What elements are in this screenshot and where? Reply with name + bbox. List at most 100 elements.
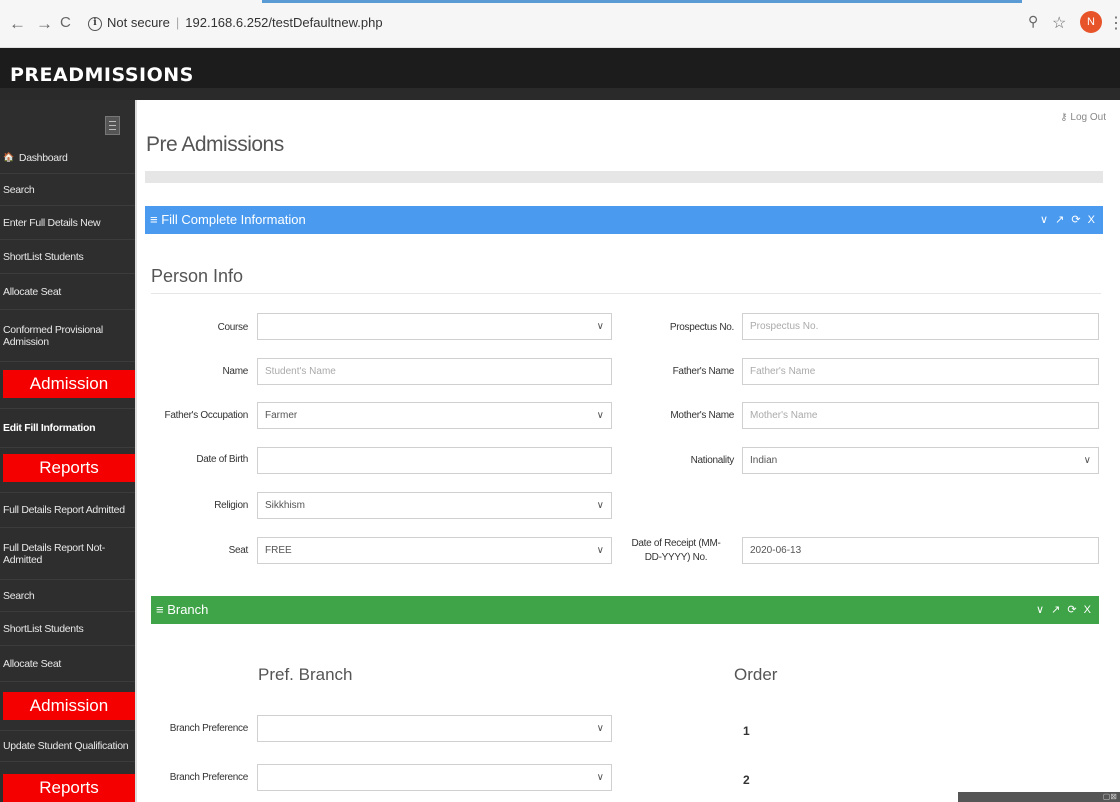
main-content: ⚷ Log Out Pre Admissions ≡ Fill Complete…	[137, 100, 1120, 802]
prospectus-input[interactable]: Prospectus No.	[742, 313, 1099, 340]
sidebar-item-label: Dashboard	[18, 151, 68, 164]
receipt-label: Date of Receipt (MM-DD-YYYY) No.	[631, 538, 721, 563]
page-load-progress	[262, 0, 1022, 3]
sidebar-item-dashboard[interactable]: 🏠 Dashboard	[0, 142, 135, 174]
fathers-occupation-select[interactable]: Farmer ∨	[257, 402, 612, 429]
chevron-down-icon: ∨	[596, 545, 604, 556]
url-separator: |	[175, 15, 180, 30]
list-icon: ≡	[156, 602, 168, 617]
dob-label: Date of Birth	[196, 454, 248, 465]
list-icon: ≡	[150, 212, 162, 227]
key-icon: ⚷	[1060, 112, 1071, 123]
branch-pref-select[interactable]: ∨	[257, 764, 612, 791]
chevron-down-icon: ∨	[1083, 455, 1091, 466]
url-text[interactable]: 192.168.6.252/testDefaultnew.php	[185, 15, 382, 30]
sidebar-item-report-not-admitted[interactable]: Full Details Report Not-Admitted	[0, 528, 135, 580]
mothers-name-input[interactable]: Mother's Name	[742, 402, 1099, 429]
sidebar-item-report-admitted[interactable]: Full Details Report Admitted	[0, 492, 135, 528]
nationality-label: Nationality	[690, 455, 735, 466]
back-button[interactable]: ←	[9, 14, 26, 34]
branch-pref-label: Branch Preference	[169, 772, 249, 783]
mothers-name-label: Mother's Name	[670, 410, 734, 421]
sidebar-item-edit-fill-info[interactable]: Edit Fill Information	[0, 408, 135, 448]
sidebar-item-allocate-seat[interactable]: Allocate Seat	[0, 274, 135, 310]
religion-select[interactable]: Sikkhism ∨	[257, 492, 612, 519]
logout-link[interactable]: ⚷ Log Out	[1060, 112, 1106, 123]
chevron-down-icon: ∨	[596, 723, 604, 734]
sidebar-item-search-2[interactable]: Search	[0, 580, 135, 612]
reload-button[interactable]: C	[60, 14, 71, 31]
panel-header-fill-info: ≡ Fill Complete Information ∨ ↗ ⟳ X	[145, 206, 1103, 234]
security-label: Not secure	[107, 15, 170, 30]
menu-icon[interactable]: ⋮	[1108, 13, 1120, 33]
avatar[interactable]: N	[1080, 11, 1102, 33]
home-icon: 🏠	[3, 152, 14, 162]
course-label: Course	[217, 322, 249, 333]
bookmark-star-icon[interactable]: ☆	[1052, 13, 1066, 33]
sidebar-item-update-qualification[interactable]: Update Student Qualification	[0, 730, 135, 762]
address-bar[interactable]: i Not secure | 192.168.6.252/testDefaultnew…	[88, 12, 383, 34]
branch-pref-label: Branch Preference	[169, 723, 249, 734]
sidebar-item-label: Allocate Seat	[3, 657, 61, 670]
receipt-input[interactable]: 2020-06-13	[742, 537, 1099, 564]
sidebar-section-reports-2[interactable]: Reports	[3, 774, 135, 802]
info-icon[interactable]: i	[88, 16, 102, 31]
divider	[151, 293, 1101, 294]
zoom-icon[interactable]: ⚲	[1028, 13, 1038, 30]
sidebar-item-shortlist-2[interactable]: ShortList Students	[0, 612, 135, 646]
page-title: Pre Admissions	[146, 133, 284, 156]
sidebar-item-allocate-seat-2[interactable]: Allocate Seat	[0, 646, 135, 682]
minimized-window-tab[interactable]: ▢⊠	[958, 792, 1120, 802]
sidebar-item-search[interactable]: Search	[0, 174, 135, 206]
panel-tools[interactable]: ∨ ↗ ⟳ X	[1036, 596, 1093, 624]
religion-label: Religion	[214, 500, 248, 511]
fathers-name-input[interactable]: Father's Name	[742, 358, 1099, 385]
seat-select[interactable]: FREE ∨	[257, 537, 612, 564]
fathers-occupation-value: Farmer	[265, 410, 298, 421]
chevron-down-icon: ∨	[596, 410, 604, 421]
sidebar-item-label: Search	[3, 589, 35, 602]
sidebar-item-label: Full Details Report Not-Admitted	[3, 541, 105, 566]
sidebar-item-label: Update Student Qualification	[3, 740, 129, 752]
sidebar-item-label: Edit Fill Information	[3, 422, 96, 434]
sidebar: 🏠 Dashboard Search Enter Full Details New…	[0, 100, 137, 802]
sidebar-section-reports[interactable]: Reports	[3, 454, 135, 482]
sidebar-item-conformed-provisional[interactable]: Conformed Provisional Admission	[0, 310, 135, 362]
dob-input[interactable]	[257, 447, 612, 474]
sidebar-item-enter-full-details[interactable]: Enter Full Details New	[0, 206, 135, 240]
chevron-down-icon: ∨	[596, 772, 604, 783]
branch-pref-select[interactable]: ∨	[257, 715, 612, 742]
sidebar-item-label: Allocate Seat	[3, 285, 61, 298]
logout-label: Log Out	[1070, 112, 1106, 123]
app-header: PREADMISSIONS	[0, 48, 1120, 100]
sidebar-item-label: Conformed Provisional Admission	[3, 323, 103, 348]
sidebar-toggle-icon[interactable]	[105, 116, 120, 135]
forward-button[interactable]: →	[36, 14, 53, 34]
religion-value: Sikkhism	[265, 500, 306, 511]
order-number: 1	[743, 724, 750, 738]
browser-toolbar: ← → C i Not secure | 192.168.6.252/testDefa…	[0, 0, 1120, 48]
panel-title: Branch	[167, 602, 209, 617]
seat-value: FREE	[265, 545, 292, 556]
sidebar-item-label: ShortList Students	[3, 622, 84, 635]
sidebar-item-label: Full Details Report Admitted	[3, 504, 125, 516]
name-label: Name	[222, 366, 249, 377]
section-title: Person Info	[151, 266, 244, 286]
panel-header-branch: ≡ Branch ∨ ↗ ⟳ X	[151, 596, 1099, 624]
sidebar-item-label: Search	[3, 183, 35, 196]
prospectus-label: Prospectus No.	[669, 322, 734, 333]
sidebar-item-shortlist[interactable]: ShortList Students	[0, 240, 135, 274]
nationality-select[interactable]: Indian ∨	[742, 447, 1099, 474]
sidebar-section-admission-2[interactable]: Admission	[3, 692, 135, 720]
name-input[interactable]: Student's Name	[257, 358, 612, 385]
sidebar-section-admission[interactable]: Admission	[3, 370, 135, 398]
window-controls-icon[interactable]: ▢⊠	[1103, 792, 1117, 801]
order-header: Order	[734, 665, 778, 684]
fathers-occupation-label: Father's Occupation	[164, 410, 249, 421]
panel-tools[interactable]: ∨ ↗ ⟳ X	[1040, 206, 1097, 234]
course-select[interactable]: ∨	[257, 313, 612, 340]
sidebar-item-label: ShortList Students	[3, 250, 84, 263]
fathers-name-label: Father's Name	[672, 366, 735, 377]
seat-label: Seat	[228, 545, 249, 556]
nationality-value: Indian	[750, 455, 778, 466]
